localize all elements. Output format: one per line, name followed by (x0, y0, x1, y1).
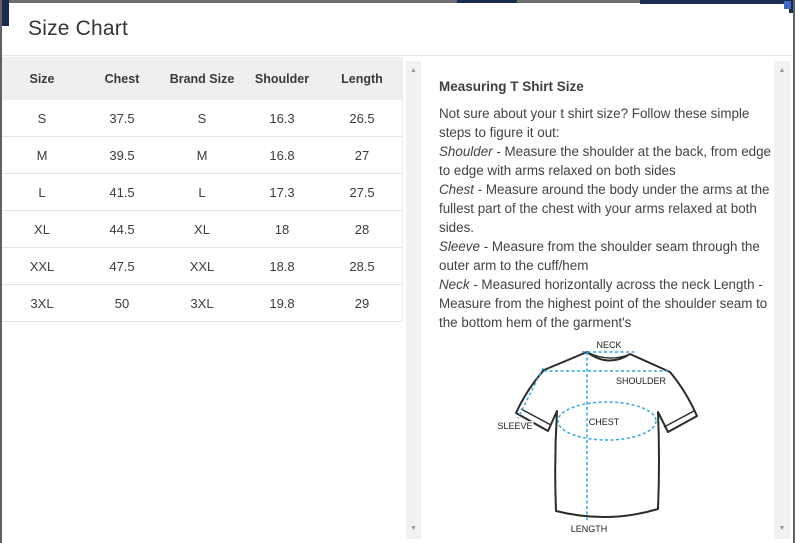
table-row: XL 44.5 XL 18 28 (2, 211, 402, 248)
chest-label: CHEST (589, 417, 620, 427)
modal-title-bar: Size Chart (2, 3, 793, 56)
window-top-border (2, 0, 793, 3)
table-cell: L (2, 185, 82, 200)
scroll-down-arrow-icon[interactable]: ▼ (406, 524, 421, 534)
guide-instruction-neck: Neck - Measured horizontally across the … (439, 275, 773, 332)
instruction-text: - Measured horizontally across the neck … (439, 277, 767, 330)
guide-instruction-shoulder: Shoulder - Measure the shoulder at the b… (439, 142, 773, 180)
table-cell: 37.5 (82, 111, 162, 126)
table-cell: 26.5 (322, 111, 402, 126)
tshirt-outline (516, 352, 697, 517)
guide-instruction-sleeve: Sleeve - Measure from the shoulder seam … (439, 237, 773, 275)
table-cell: XXL (2, 259, 82, 274)
table-cell: L (162, 185, 242, 200)
size-table: Size Chest Brand Size Shoulder Length S … (2, 57, 403, 322)
table-row: 3XL 50 3XL 19.8 29 (2, 285, 402, 322)
table-cell: 39.5 (82, 148, 162, 163)
guide-intro: Not sure about your t shirt size? Follow… (439, 104, 773, 142)
table-cell: 17.3 (242, 185, 322, 200)
scroll-up-arrow-icon[interactable]: ▲ (406, 66, 421, 76)
table-cell: S (162, 111, 242, 126)
guide-text: Not sure about your t shirt size? Follow… (439, 104, 773, 332)
table-cell: 27.5 (322, 185, 402, 200)
table-cell: 3XL (162, 296, 242, 311)
table-cell: 27 (322, 148, 402, 163)
table-cell: 44.5 (82, 222, 162, 237)
tshirt-diagram-icon: NECK SHOULDER CHEST SLEEVE LENGTH (490, 339, 750, 541)
page-header-fragment (2, 0, 9, 26)
table-cell: M (162, 148, 242, 163)
instruction-term: Shoulder (439, 144, 493, 159)
table-cell: XL (162, 222, 242, 237)
table-cell: M (2, 148, 82, 163)
instruction-text: - Measure around the body under the arms… (439, 182, 770, 235)
col-header-shoulder: Shoulder (242, 72, 322, 86)
page-header-fragment (784, 1, 791, 9)
col-header-brand-size: Brand Size (162, 72, 242, 86)
table-row: M 39.5 M 16.8 27 (2, 137, 402, 174)
table-cell: 16.3 (242, 111, 322, 126)
tshirt-measure-diagram: NECK SHOULDER CHEST SLEEVE LENGTH (490, 339, 767, 543)
modal-title: Size Chart (28, 17, 128, 41)
guide-heading: Measuring T Shirt Size (439, 79, 767, 94)
table-cell: 28 (322, 222, 402, 237)
table-cell: 29 (322, 296, 402, 311)
instruction-term: Sleeve (439, 239, 480, 254)
modal-body: Size Chest Brand Size Shoulder Length S … (2, 57, 793, 543)
table-row: XXL 47.5 XXL 18.8 28.5 (2, 248, 402, 285)
measuring-guide-panel: Measuring T Shirt Size Not sure about yo… (422, 57, 767, 543)
table-row: S 37.5 S 16.3 26.5 (2, 100, 402, 137)
table-cell: 47.5 (82, 259, 162, 274)
instruction-text: - Measure from the shoulder seam through… (439, 239, 760, 273)
scroll-down-arrow-icon[interactable]: ▼ (774, 524, 790, 534)
size-chart-modal: Size Chart Size Chest Brand Size Shoulde… (0, 0, 795, 543)
length-label: LENGTH (571, 524, 608, 534)
table-cell: 16.8 (242, 148, 322, 163)
shoulder-label: SHOULDER (616, 376, 667, 386)
scroll-up-arrow-icon[interactable]: ▲ (774, 66, 790, 76)
table-cell: S (2, 111, 82, 126)
table-scrollbar[interactable]: ▲ ▼ (406, 61, 421, 539)
table-cell: XL (2, 222, 82, 237)
guide-scrollbar[interactable]: ▲ ▼ (774, 61, 790, 539)
guide-instruction-chest: Chest - Measure around the body under th… (439, 180, 773, 237)
col-header-length: Length (322, 72, 402, 86)
table-row: L 41.5 L 17.3 27.5 (2, 174, 402, 211)
col-header-chest: Chest (82, 72, 162, 86)
neck-label: NECK (596, 340, 621, 350)
table-cell: XXL (162, 259, 242, 274)
table-cell: 3XL (2, 296, 82, 311)
table-cell: 28.5 (322, 259, 402, 274)
page-header-fragment (457, 0, 517, 3)
table-cell: 50 (82, 296, 162, 311)
col-header-size: Size (2, 72, 82, 86)
instruction-term: Neck (439, 277, 470, 292)
sleeve-label: SLEEVE (497, 421, 532, 431)
table-cell: 19.8 (242, 296, 322, 311)
table-cell: 18.8 (242, 259, 322, 274)
size-table-header-row: Size Chest Brand Size Shoulder Length (2, 57, 402, 100)
page-header-fragment (640, 0, 793, 4)
table-cell: 18 (242, 222, 322, 237)
table-cell: 41.5 (82, 185, 162, 200)
instruction-term: Chest (439, 182, 474, 197)
